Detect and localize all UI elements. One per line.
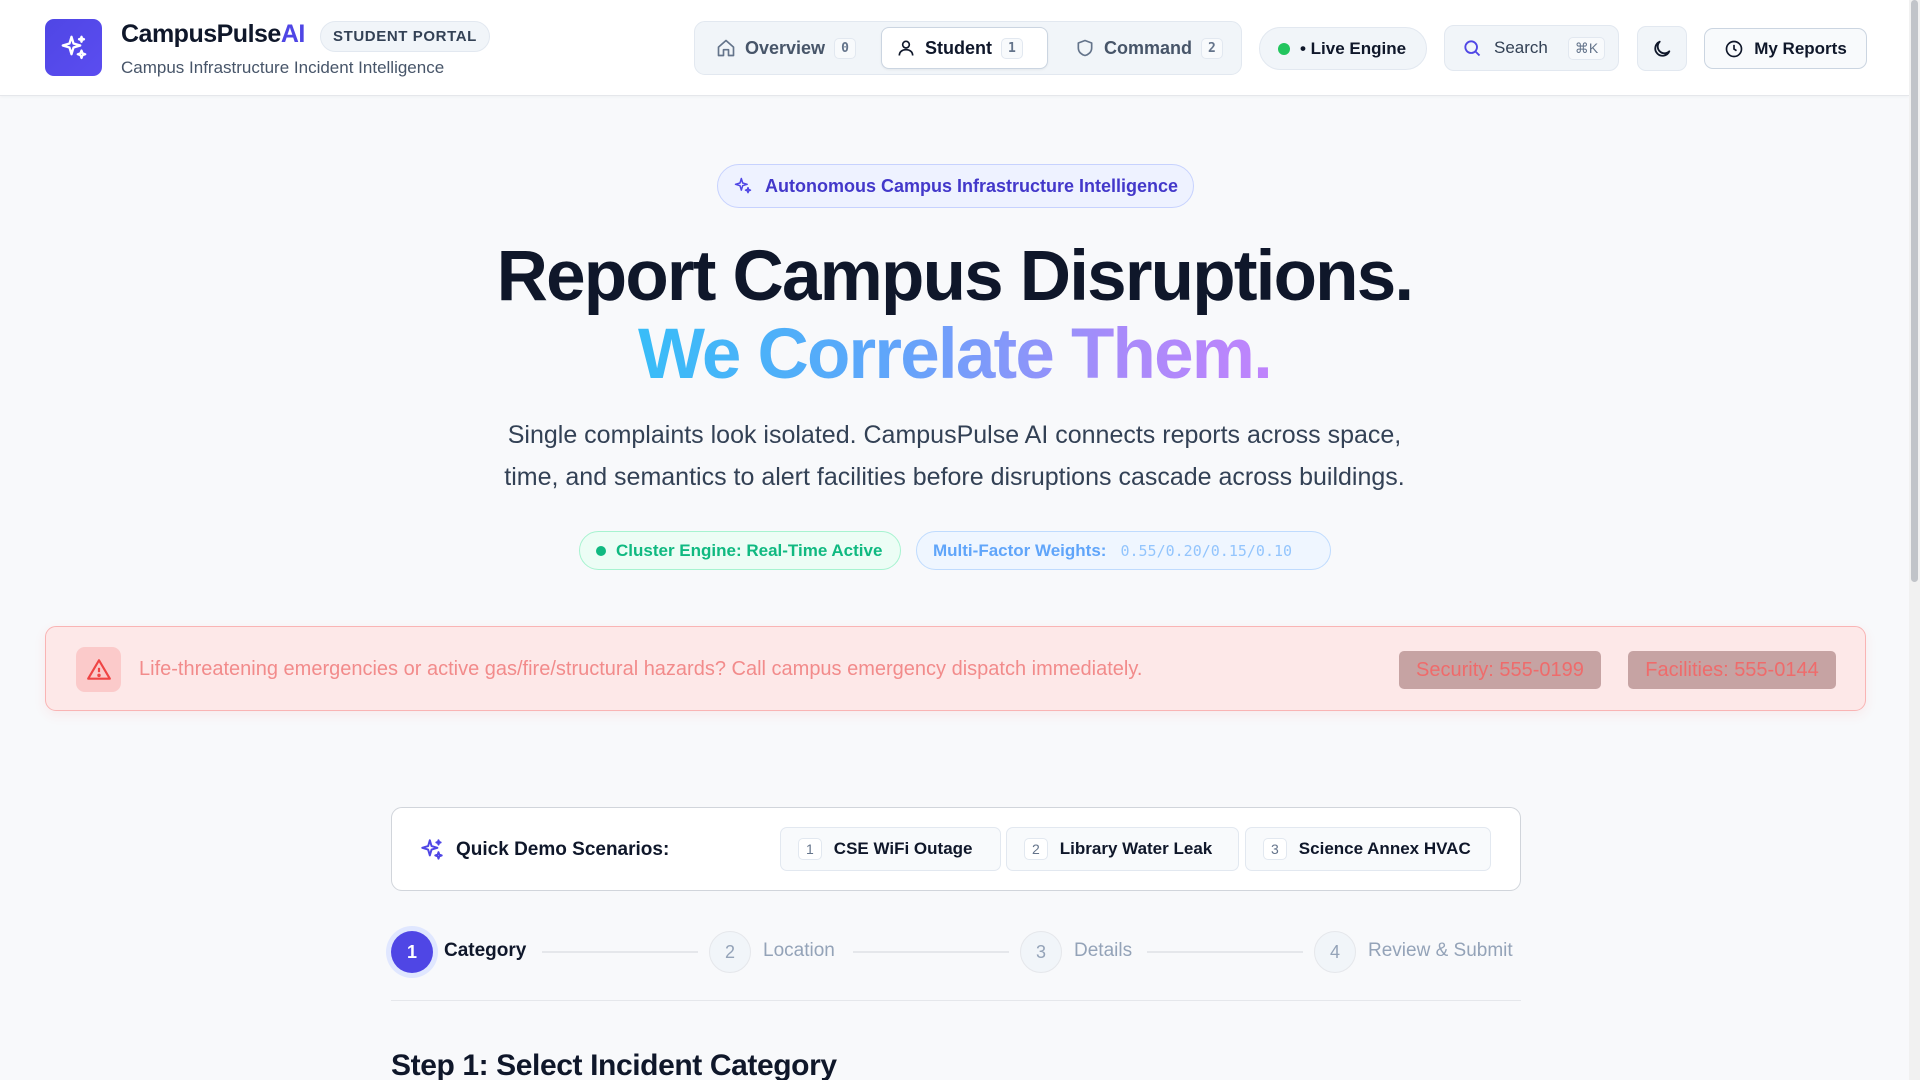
scrollbar-thumb[interactable] (1911, 0, 1918, 582)
portal-badge: STUDENT PORTAL (320, 21, 490, 52)
step-heading: Step 1: Select Incident Category (391, 1049, 837, 1080)
tab-label: Overview (745, 37, 826, 58)
step-connector (853, 951, 1009, 953)
tab-student[interactable]: Student 1 (881, 27, 1048, 69)
hero-title-accent: We Correlate Them. (0, 314, 1909, 395)
live-engine-label: • Live Engine (1300, 38, 1407, 58)
weights-chip: Multi-Factor Weights: 0.55/0.20/0.15/0.1… (916, 531, 1331, 570)
engine-status-dot (596, 545, 606, 556)
alert-triangle-icon (76, 647, 121, 692)
demo-scenario-hvac-button[interactable]: 3 Science Annex HVAC (1245, 827, 1491, 871)
stepper-divider (391, 1000, 1521, 1001)
hero-subtitle-2: time, and semantics to alert facilities … (504, 463, 1405, 491)
security-phone-button[interactable]: Security: 555-0199 (1399, 651, 1601, 689)
scrollbar-track[interactable] (1909, 0, 1920, 1080)
demo-scenario-wifi-button[interactable]: 1 CSE WiFi Outage (780, 827, 1001, 871)
sparkle-icon (421, 839, 443, 860)
demo-key: 2 (1024, 838, 1048, 860)
tab-shortcut: 1 (1001, 37, 1023, 59)
shield-icon (1077, 39, 1093, 57)
live-status-dot (1278, 42, 1290, 55)
step-4-label[interactable]: Review & Submit (1368, 940, 1513, 962)
tab-label: Command (1104, 37, 1193, 58)
emergency-banner: Life-threatening emergencies or active g… (45, 626, 1866, 711)
step-3-label[interactable]: Details (1074, 940, 1132, 962)
step-connector (1147, 951, 1303, 953)
brand-tagline: Campus Infrastructure Incident Intellige… (121, 58, 445, 77)
weights-label: Multi-Factor Weights: (933, 540, 1107, 560)
demo-scenario-label: Science Annex HVAC (1298, 839, 1471, 858)
search-shortcut: ⌘K (1567, 36, 1606, 60)
hero-tag-chip: Autonomous Campus Infrastructure Intelli… (717, 164, 1194, 208)
sparkle-icon (734, 177, 752, 194)
tab-shortcut: 0 (834, 37, 856, 59)
tab-shortcut: 2 (1201, 37, 1223, 59)
my-reports-label: My Reports (1754, 38, 1847, 58)
demo-scenario-label: CSE WiFi Outage (833, 839, 973, 858)
step-1-indicator[interactable]: 1 (391, 931, 433, 973)
clock-icon (1725, 40, 1743, 57)
step-1-label[interactable]: Category (444, 940, 526, 962)
my-reports-button[interactable]: My Reports (1704, 28, 1867, 69)
facilities-phone-button[interactable]: Facilities: 555-0144 (1628, 651, 1836, 689)
hero-title: Report Campus Disruptions. (496, 237, 1415, 316)
search-button[interactable]: Search ⌘K (1444, 25, 1619, 71)
home-icon (717, 39, 735, 57)
tab-overview[interactable]: Overview 0 (702, 27, 874, 69)
demo-label: Quick Demo Scenarios: (456, 839, 670, 860)
cluster-engine-status: Cluster Engine: Real-Time Active (579, 531, 901, 570)
step-connector (542, 951, 698, 953)
app-header: CampusPulseAI STUDENT PORTAL Campus Infr… (0, 0, 1909, 96)
user-icon (898, 40, 914, 56)
brand-name[interactable]: CampusPulseAI (121, 20, 305, 49)
demo-key: 1 (798, 838, 822, 860)
demo-key: 3 (1263, 838, 1287, 860)
search-icon (1464, 40, 1481, 57)
hero-subtitle: Single complaints look isolated. CampusP… (507, 421, 1402, 449)
tab-label: Student (925, 37, 992, 58)
step-3-indicator[interactable]: 3 (1020, 931, 1062, 973)
search-label: Search (1494, 38, 1548, 57)
nav-tabs: Overview 0 Student 1 Command 2 (694, 21, 1242, 75)
logo-sparkle-icon[interactable] (45, 19, 102, 76)
engine-status-label: Cluster Engine: Real-Time Active (616, 540, 883, 560)
live-engine-indicator[interactable]: • Live Engine (1259, 27, 1427, 70)
demo-scenario-label: Library Water Leak (1059, 839, 1213, 858)
demo-scenarios-card: Quick Demo Scenarios: 1 CSE WiFi Outage … (391, 807, 1521, 891)
weights-value: 0.55/0.20/0.15/0.10 (1120, 541, 1293, 560)
demo-scenario-leak-button[interactable]: 2 Library Water Leak (1006, 827, 1239, 871)
hero-chip-label: Autonomous Campus Infrastructure Intelli… (764, 175, 1179, 196)
step-4-indicator[interactable]: 4 (1314, 931, 1356, 973)
emergency-message: Life-threatening emergencies or active g… (139, 658, 1143, 680)
hero-title-accent-text: We Correlate Them. (637, 315, 1273, 394)
moon-icon (1654, 40, 1671, 57)
step-2-label[interactable]: Location (763, 940, 835, 962)
step-2-indicator[interactable]: 2 (709, 931, 751, 973)
theme-toggle-button[interactable] (1637, 26, 1687, 71)
tab-command[interactable]: Command 2 (1061, 27, 1237, 69)
